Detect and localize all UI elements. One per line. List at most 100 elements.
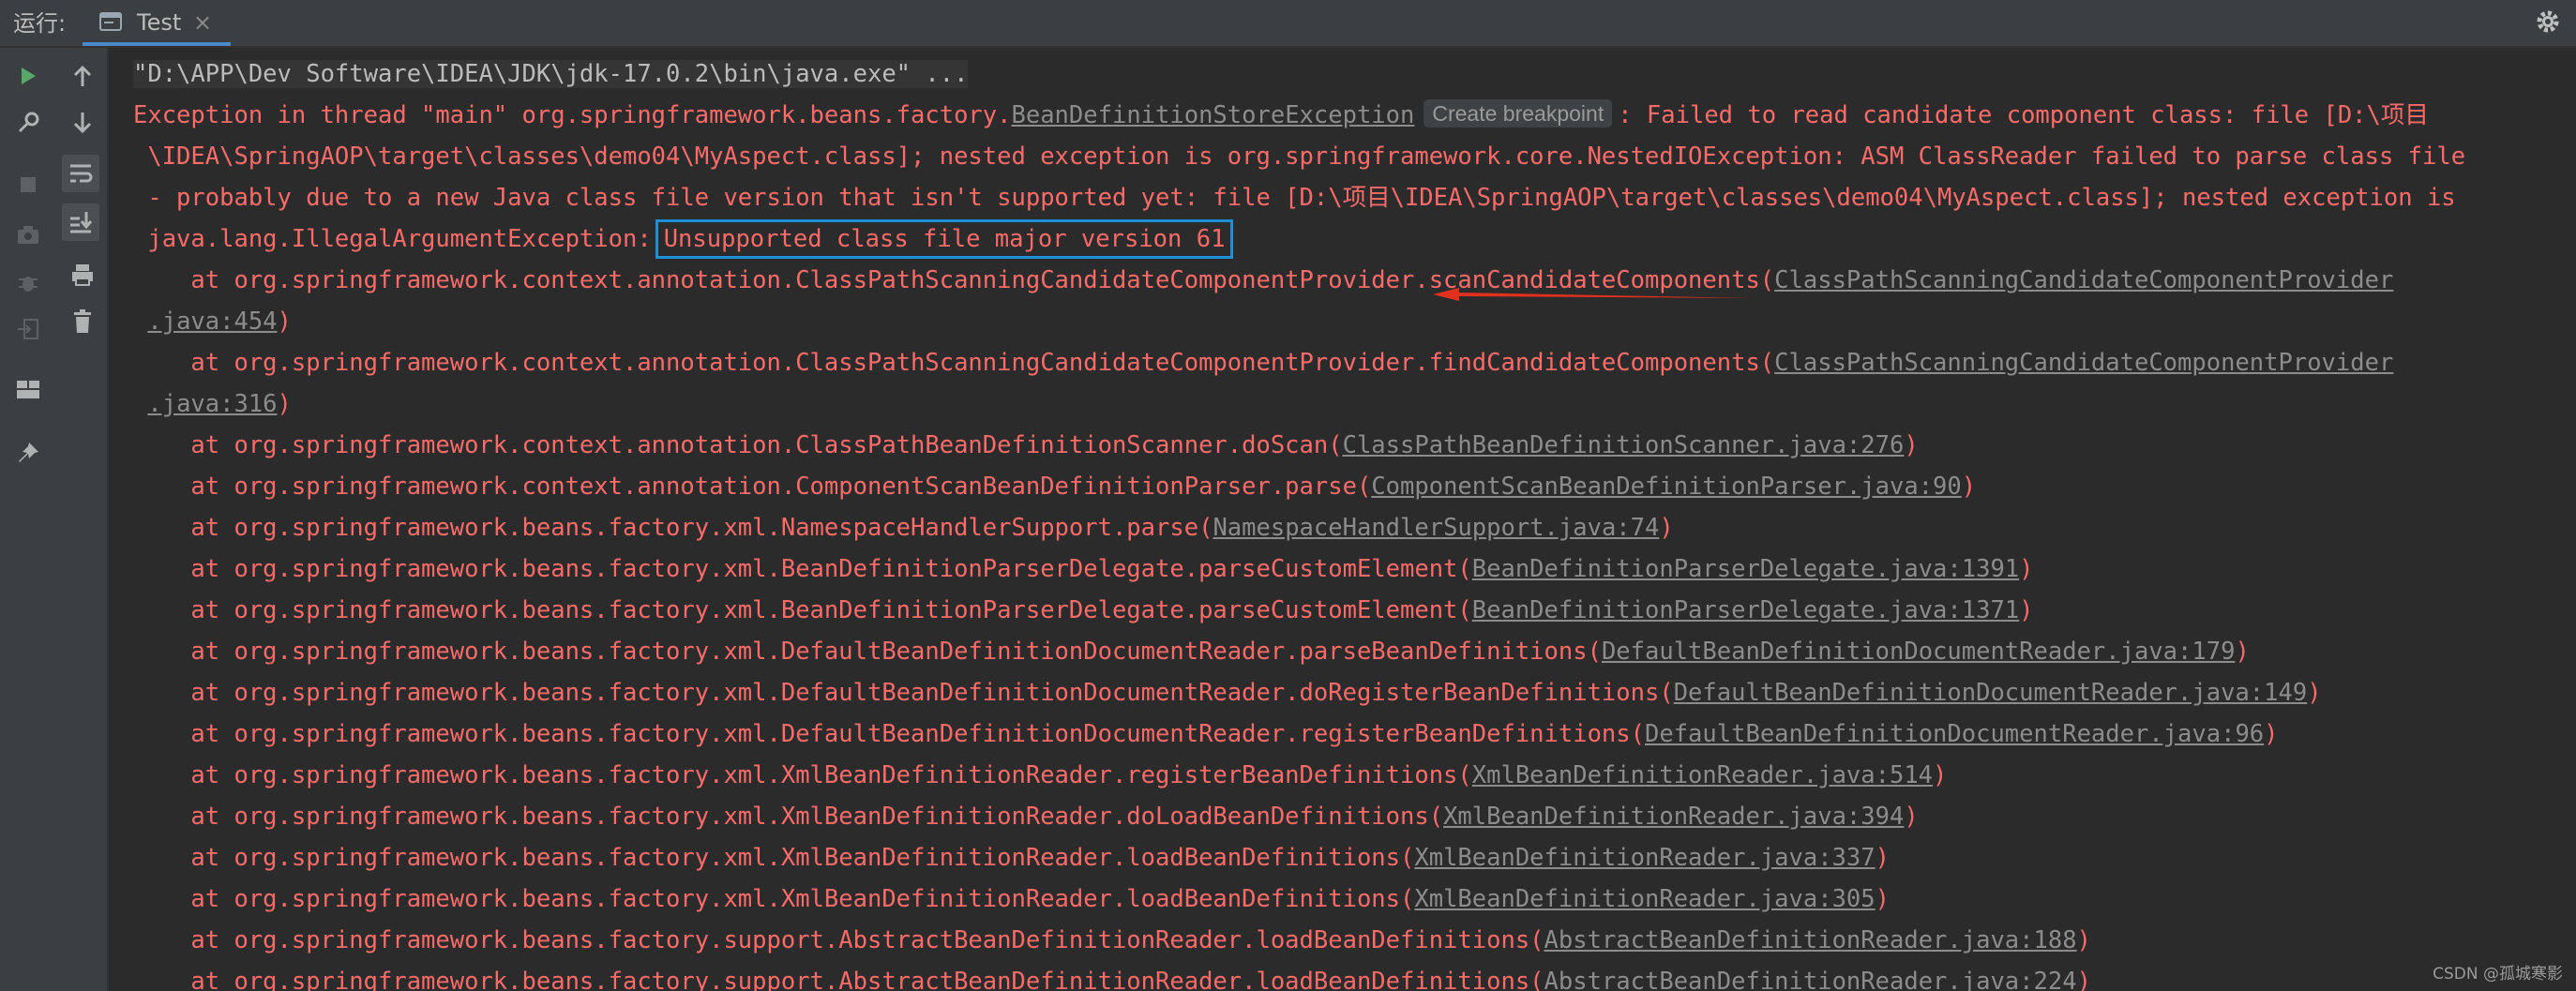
stack-frame-line: at org.springframework.beans.factory.xml… xyxy=(133,878,1890,920)
exception-text: : Failed to read candidate component cla… xyxy=(1618,101,2429,129)
tab-label: Test xyxy=(137,9,182,36)
source-link[interactable]: BeanDefinitionParserDelegate.java:1371 xyxy=(1472,596,2019,624)
run-toolbar xyxy=(0,48,109,991)
soft-wrap-icon[interactable] xyxy=(62,155,99,192)
paren-close: ) xyxy=(2264,720,2279,748)
close-icon[interactable]: × xyxy=(193,8,212,38)
console-line: Exception in thread "main" org.springfra… xyxy=(133,95,2429,136)
wrap-indent xyxy=(133,308,147,336)
camera-icon[interactable] xyxy=(9,217,47,254)
stack-frame-line: at org.springframework.beans.factory.xml… xyxy=(133,713,2279,755)
pin-icon[interactable] xyxy=(9,434,47,472)
tab-test[interactable]: Test × xyxy=(83,0,231,46)
stack-frame-line: at org.springframework.beans.factory.xml… xyxy=(133,755,1947,796)
paren-close: ) xyxy=(277,308,292,336)
stop-icon[interactable] xyxy=(9,166,47,203)
run-tool-window-header: 运行: Test × xyxy=(0,0,2576,48)
paren-close: ) xyxy=(2019,596,2034,624)
source-link[interactable]: AbstractBeanDefinitionReader.java:188 xyxy=(1544,926,2077,954)
wrench-icon[interactable] xyxy=(9,104,47,142)
console-line: \IDEA\SpringAOP\target\classes\demo04\My… xyxy=(133,143,2466,171)
paren-close: ) xyxy=(2019,555,2034,583)
source-link[interactable]: XmlBeanDefinitionReader.java:514 xyxy=(1472,761,1933,789)
source-link[interactable]: DefaultBeanDefinitionDocumentReader.java… xyxy=(1602,638,2236,666)
console-line: "D:\APP\Dev Software\IDEA\JDK\jdk-17.0.2… xyxy=(133,53,969,95)
stack-frame-text: at org.springframework.beans.factory.sup… xyxy=(133,968,1544,991)
print-icon[interactable] xyxy=(64,256,101,293)
run-label: 运行: xyxy=(13,10,67,37)
stack-frame-text: at org.springframework.beans.factory.xml… xyxy=(133,844,1415,872)
highlighted-error-box: Unsupported class file major version 61 xyxy=(655,219,1234,259)
exception-text: java.lang.IllegalArgumentException: xyxy=(133,225,652,253)
stack-frame-text: at org.springframework.context.annotatio… xyxy=(133,473,1372,501)
paren-close: ) xyxy=(1659,514,1674,542)
source-link[interactable]: XmlBeanDefinitionReader.java:337 xyxy=(1414,844,1875,872)
scroll-to-end-icon[interactable] xyxy=(62,203,99,241)
stack-frame-text: at org.springframework.beans.factory.xml… xyxy=(133,679,1674,707)
source-link[interactable]: BeanDefinitionParserDelegate.java:1391 xyxy=(1472,555,2019,583)
stack-frame-line: at org.springframework.beans.factory.xml… xyxy=(133,796,1919,837)
rerun-icon[interactable] xyxy=(9,57,47,95)
paren-close: ) xyxy=(1904,803,1919,831)
stack-frame-line: at org.springframework.context.annotatio… xyxy=(133,342,2393,383)
paren-close: ) xyxy=(2235,638,2250,666)
stack-frame-text: at org.springframework.beans.factory.xml… xyxy=(133,720,1645,748)
source-link[interactable]: .java:316 xyxy=(147,390,277,418)
stack-frame-line: at org.springframework.beans.factory.xml… xyxy=(133,507,1674,548)
trash-icon[interactable] xyxy=(64,303,101,340)
stack-frame-line: .java:454) xyxy=(133,301,292,342)
source-link[interactable]: XmlBeanDefinitionReader.java:305 xyxy=(1414,885,1875,913)
console-line: java.lang.IllegalArgumentException: Unsup… xyxy=(133,218,1234,260)
stack-frame-text: at org.springframework.beans.factory.xml… xyxy=(133,555,1472,583)
stack-frame-text: at org.springframework.beans.factory.sup… xyxy=(133,926,1544,954)
source-link[interactable]: .java:454 xyxy=(147,308,277,336)
source-link[interactable]: AbstractBeanDefinitionReader.java:224 xyxy=(1544,968,2077,991)
source-link[interactable]: NamespaceHandlerSupport.java:74 xyxy=(1213,514,1659,542)
stack-frame-text: at org.springframework.context.annotatio… xyxy=(133,431,1343,459)
down-arrow-icon[interactable] xyxy=(64,104,101,142)
stack-frame-text: at org.springframework.beans.factory.xml… xyxy=(133,638,1602,666)
paren-close: ) xyxy=(2307,679,2322,707)
paren-close: ) xyxy=(1875,885,1890,913)
wrap-indent xyxy=(133,390,147,418)
stack-frame-line: at org.springframework.beans.factory.xml… xyxy=(133,672,2322,713)
stack-frame-line: at org.springframework.beans.factory.sup… xyxy=(133,961,2091,991)
source-link[interactable]: ClassPathBeanDefinitionScanner.java:276 xyxy=(1343,431,1905,459)
stack-frame-line: at org.springframework.beans.factory.xml… xyxy=(133,590,2034,631)
console-output[interactable]: "D:\APP\Dev Software\IDEA\JDK\jdk-17.0.2… xyxy=(109,48,2576,991)
stack-frame-line: at org.springframework.beans.factory.xml… xyxy=(133,837,1890,878)
paren-close: ) xyxy=(277,390,292,418)
source-link[interactable]: ClassPathScanningCandidateComponentProvi… xyxy=(1774,266,2393,294)
layout-icon[interactable] xyxy=(9,371,47,409)
console-icon xyxy=(99,11,124,38)
gear-icon[interactable] xyxy=(2534,8,2562,39)
exception-class-link[interactable]: BeanDefinitionStoreException xyxy=(1012,101,1415,129)
paren-close: ) xyxy=(2076,926,2091,954)
stack-frame-line: at org.springframework.context.annotatio… xyxy=(133,260,2393,301)
console-line: - probably due to a new Java class file … xyxy=(133,184,2456,212)
source-link[interactable]: ClassPathScanningCandidateComponentProvi… xyxy=(1774,349,2393,377)
stack-frame-text: at org.springframework.beans.factory.xml… xyxy=(133,514,1213,542)
source-link[interactable]: DefaultBeanDefinitionDocumentReader.java… xyxy=(1645,720,2264,748)
stack-frame-text: at org.springframework.beans.factory.xml… xyxy=(133,803,1444,831)
stack-frame-line: at org.springframework.beans.factory.sup… xyxy=(133,920,2091,961)
stack-frame-line: at org.springframework.beans.factory.xml… xyxy=(133,548,2034,590)
exception-text: Exception in thread "main" org.springfra… xyxy=(133,101,1012,129)
paren-close: ) xyxy=(1933,761,1948,789)
login-icon[interactable] xyxy=(9,310,47,348)
java-command-line: "D:\APP\Dev Software\IDEA\JDK\jdk-17.0.2… xyxy=(133,60,969,88)
stack-frame-text: at org.springframework.beans.factory.xml… xyxy=(133,761,1472,789)
source-link[interactable]: DefaultBeanDefinitionDocumentReader.java… xyxy=(1674,679,2308,707)
up-arrow-icon[interactable] xyxy=(64,57,101,95)
debug-icon[interactable] xyxy=(9,263,47,301)
create-breakpoint-button[interactable]: Create breakpoint xyxy=(1424,99,1613,128)
red-arrow-annotation xyxy=(1433,288,1754,301)
stack-frame-text: at org.springframework.context.annotatio… xyxy=(133,349,1775,377)
stack-frame-line: .java:316) xyxy=(133,383,292,425)
paren-close: ) xyxy=(1904,431,1919,459)
stack-frame-text: at org.springframework.beans.factory.xml… xyxy=(133,596,1472,624)
source-link[interactable]: XmlBeanDefinitionReader.java:394 xyxy=(1443,803,1904,831)
source-link[interactable]: ComponentScanBeanDefinitionParser.java:9… xyxy=(1371,473,1961,501)
stack-frame-line: at org.springframework.context.annotatio… xyxy=(133,425,1919,466)
watermark: CSDN @孤城寒影 xyxy=(2433,965,2563,983)
